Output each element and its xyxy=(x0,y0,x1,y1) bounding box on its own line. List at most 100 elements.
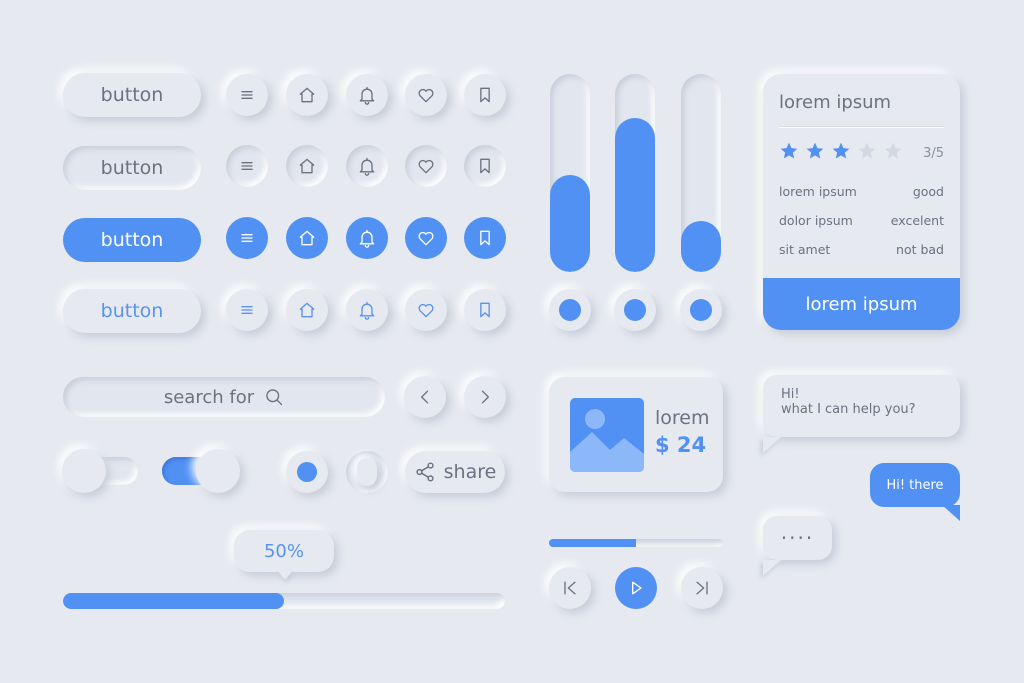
menu-button[interactable] xyxy=(226,145,268,187)
home-button[interactable] xyxy=(286,217,328,259)
star-filled-icon[interactable] xyxy=(831,141,851,165)
chat-text: Hi! there xyxy=(886,477,944,493)
star-filled-icon[interactable] xyxy=(779,141,799,165)
bell-icon xyxy=(359,301,375,320)
bookmark-icon xyxy=(480,302,490,318)
product-card[interactable]: lorem $ 24 xyxy=(549,377,723,492)
product-price: $ 24 xyxy=(655,433,707,457)
rating-row: lorem ipsum good xyxy=(779,184,944,199)
chat-bubble-typing: ···· xyxy=(763,516,832,560)
bell-icon xyxy=(359,86,375,105)
share-icon xyxy=(416,462,434,482)
bell-icon xyxy=(359,157,375,176)
heart-icon xyxy=(418,88,434,103)
media-progress-fill xyxy=(549,539,636,547)
slider-knob-button[interactable] xyxy=(680,289,722,331)
toggle-knob[interactable] xyxy=(62,449,106,493)
rating-score: 3/5 xyxy=(923,145,944,161)
heart-button[interactable] xyxy=(405,289,447,331)
search-bar[interactable]: search for xyxy=(63,377,385,417)
next-button[interactable] xyxy=(464,376,506,418)
home-button[interactable] xyxy=(286,289,328,331)
heart-button[interactable] xyxy=(405,217,447,259)
share-button[interactable]: share xyxy=(405,451,505,493)
vertical-slider-fill xyxy=(615,118,655,272)
radio-unselected[interactable] xyxy=(346,451,388,493)
play-button[interactable] xyxy=(615,567,657,609)
star-rating[interactable] xyxy=(779,141,903,165)
bell-button[interactable] xyxy=(346,145,388,187)
bookmark-button[interactable] xyxy=(464,217,506,259)
knob-dot xyxy=(559,299,581,321)
rating-card: lorem ipsum 3/5 lorem ipsum good dolor ip… xyxy=(763,74,960,330)
progress-tooltip: 50% xyxy=(234,530,334,572)
home-icon xyxy=(299,158,315,174)
vertical-slider[interactable] xyxy=(681,74,721,272)
search-input[interactable]: search for xyxy=(164,387,254,408)
heart-button[interactable] xyxy=(405,74,447,116)
home-icon xyxy=(299,302,315,318)
skip-back-button[interactable] xyxy=(549,567,591,609)
skip-forward-button[interactable] xyxy=(681,567,723,609)
menu-button[interactable] xyxy=(226,217,268,259)
bookmark-button[interactable] xyxy=(464,289,506,331)
vertical-slider[interactable] xyxy=(550,74,590,272)
prev-button[interactable] xyxy=(404,376,446,418)
menu-button[interactable] xyxy=(226,289,268,331)
image-icon xyxy=(570,398,644,472)
vertical-slider-fill xyxy=(681,221,721,272)
skip-back-icon xyxy=(564,581,576,595)
chat-bubble-outgoing: Hi! there xyxy=(870,463,960,507)
tooltip-arrow xyxy=(277,570,293,580)
button-raised[interactable]: button xyxy=(63,73,201,117)
menu-icon xyxy=(241,306,253,314)
chat-text: what I can help you? xyxy=(781,402,916,417)
chat-text: Hi! xyxy=(781,387,800,402)
toggle-off[interactable] xyxy=(62,449,138,493)
star-empty-icon[interactable] xyxy=(857,141,877,165)
product-name: lorem xyxy=(655,407,710,429)
toggle-on[interactable] xyxy=(162,449,240,493)
bookmark-button[interactable] xyxy=(464,145,506,187)
rating-card-title: lorem ipsum xyxy=(779,92,892,113)
radio-selected[interactable] xyxy=(286,451,328,493)
knob-dot xyxy=(690,299,712,321)
heart-icon xyxy=(418,231,434,246)
home-button[interactable] xyxy=(286,145,328,187)
slider-knob-button[interactable] xyxy=(549,289,591,331)
button-primary[interactable]: button xyxy=(63,218,201,262)
vertical-slider[interactable] xyxy=(615,74,655,272)
rating-row: sit amet not bad xyxy=(779,242,944,257)
play-icon xyxy=(632,581,642,595)
toggle-knob[interactable] xyxy=(196,449,240,493)
chevron-right-icon xyxy=(481,390,489,404)
home-icon xyxy=(299,87,315,103)
progress-bar[interactable] xyxy=(63,593,505,609)
rating-row: dolor ipsum excelent xyxy=(779,213,944,228)
vertical-slider-fill xyxy=(550,175,590,272)
star-empty-icon[interactable] xyxy=(883,141,903,165)
bookmark-icon xyxy=(480,87,490,103)
bell-button[interactable] xyxy=(346,289,388,331)
knob-dot xyxy=(624,299,646,321)
progress-fill xyxy=(63,593,284,609)
bell-button[interactable] xyxy=(346,217,388,259)
rating-card-button[interactable]: lorem ipsum xyxy=(763,278,960,330)
chat-bubble-incoming: Hi! what I can help you? xyxy=(763,375,960,437)
bookmark-button[interactable] xyxy=(464,74,506,116)
button-pressed[interactable]: button xyxy=(63,146,201,190)
slider-knob-button[interactable] xyxy=(614,289,656,331)
menu-button[interactable] xyxy=(226,74,268,116)
star-filled-icon[interactable] xyxy=(805,141,825,165)
bell-button[interactable] xyxy=(346,74,388,116)
heart-icon xyxy=(418,303,434,318)
button-accent-text[interactable]: button xyxy=(63,289,201,333)
progress-label: 50% xyxy=(263,540,304,562)
search-icon[interactable] xyxy=(264,387,284,407)
bookmark-icon xyxy=(480,230,490,246)
home-button[interactable] xyxy=(286,74,328,116)
bookmark-icon xyxy=(480,158,490,174)
heart-button[interactable] xyxy=(405,145,447,187)
heart-icon xyxy=(418,159,434,174)
media-progress[interactable] xyxy=(549,539,723,547)
